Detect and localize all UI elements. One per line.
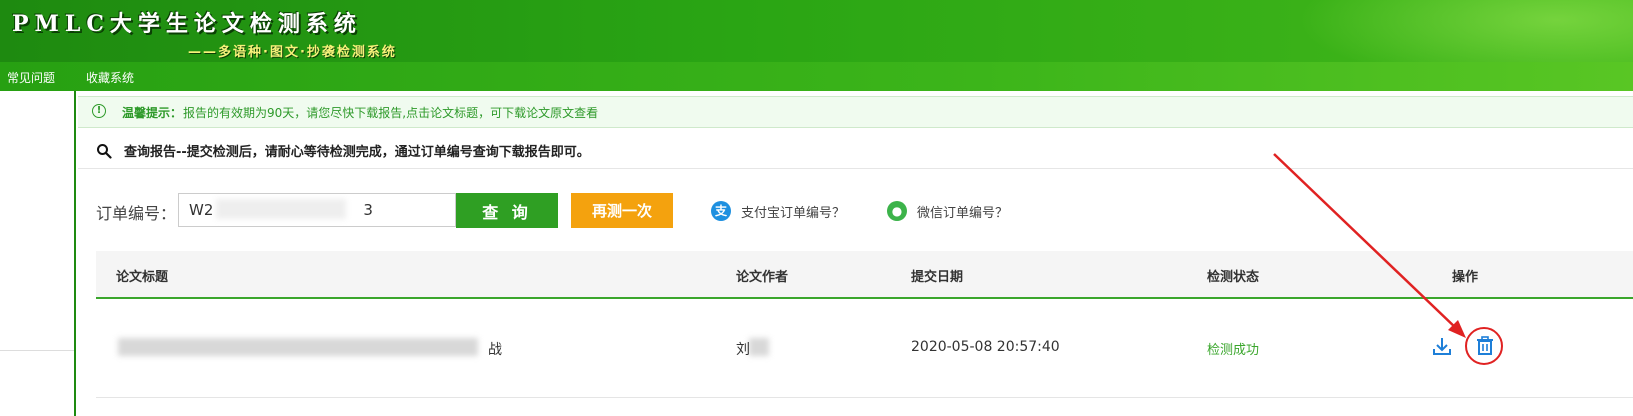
order-number-value-suffix: 3 — [363, 201, 373, 219]
left-sidebar — [0, 91, 74, 416]
download-icon[interactable] — [1431, 335, 1453, 357]
app-header: PMLC大学生论文检测系统 ——多语种·图文·抄袭检测系统 — [0, 0, 1633, 62]
nav-item-bookmark[interactable]: 收藏系统 — [86, 69, 134, 86]
column-header-author: 论文作者 — [736, 270, 789, 285]
column-header-title: 论文标题 — [116, 270, 169, 285]
wechat-icon: ● — [887, 201, 907, 221]
trash-icon[interactable] — [1474, 335, 1496, 357]
alipay-order-link[interactable]: 支 支付宝订单编号？ — [711, 201, 845, 221]
column-header-status: 检测状态 — [1207, 270, 1260, 285]
nav-item-faq[interactable]: 常见问题 — [7, 69, 55, 86]
column-header-actions: 操作 — [1452, 270, 1479, 285]
query-instruction-text: 查询报告--提交检测后，请耐心等待检测完成，通过订单编号查询下载报告即可。 — [124, 145, 590, 160]
sidebar-divider — [0, 350, 74, 351]
notice-label: 温馨提示： — [122, 106, 183, 120]
wechat-order-link-text: 微信订单编号？ — [917, 205, 1009, 221]
order-number-label: 订单编号： — [96, 204, 177, 223]
app-subtitle: ——多语种·图文·抄袭检测系统 — [188, 45, 397, 60]
submit-date: 2020-05-08 20:57:40 — [911, 339, 1060, 355]
main-content: ! 温馨提示： 报告的有效期为90天，请您尽快下载报告,点击论文标题，可下载论文… — [74, 91, 1633, 416]
table-row: 战 刘 2020-05-08 20:57:40 检测成功 — [96, 299, 1633, 398]
order-number-value: W2 — [189, 201, 214, 219]
title-redaction — [118, 338, 478, 356]
notice-banner: ! 温馨提示： 报告的有效期为90天，请您尽快下载报告,点击论文标题，可下载论文… — [78, 96, 1633, 128]
alipay-order-link-text: 支付宝订单编号？ — [741, 205, 846, 221]
alipay-icon: 支 — [711, 201, 731, 221]
search-icon — [97, 144, 112, 159]
status-badge: 检测成功 — [1207, 343, 1260, 358]
column-header-date: 提交日期 — [911, 270, 964, 285]
header-decoration — [1253, 0, 1633, 62]
query-button[interactable]: 查 询 — [456, 193, 558, 228]
author-redaction — [749, 338, 769, 356]
info-circle-icon: ! — [92, 104, 106, 118]
top-nav: 常见问题 收藏系统 — [0, 62, 1633, 91]
order-number-redaction — [216, 199, 346, 219]
retest-button[interactable]: 再测一次 — [571, 193, 673, 228]
report-table-header: 论文标题 论文作者 提交日期 检测状态 操作 — [96, 251, 1633, 299]
report-author: 刘 — [736, 342, 750, 358]
report-title-link[interactable]: 战 — [488, 339, 502, 359]
query-instruction: 查询报告--提交检测后，请耐心等待检测完成，通过订单编号查询下载报告即可。 — [78, 135, 1633, 169]
app-title: PMLC大学生论文检测系统 — [12, 11, 362, 37]
wechat-order-link[interactable]: ● 微信订单编号？ — [887, 201, 1008, 221]
notice-text: 报告的有效期为90天，请您尽快下载报告,点击论文标题，可下载论文原文查看 — [183, 106, 599, 120]
